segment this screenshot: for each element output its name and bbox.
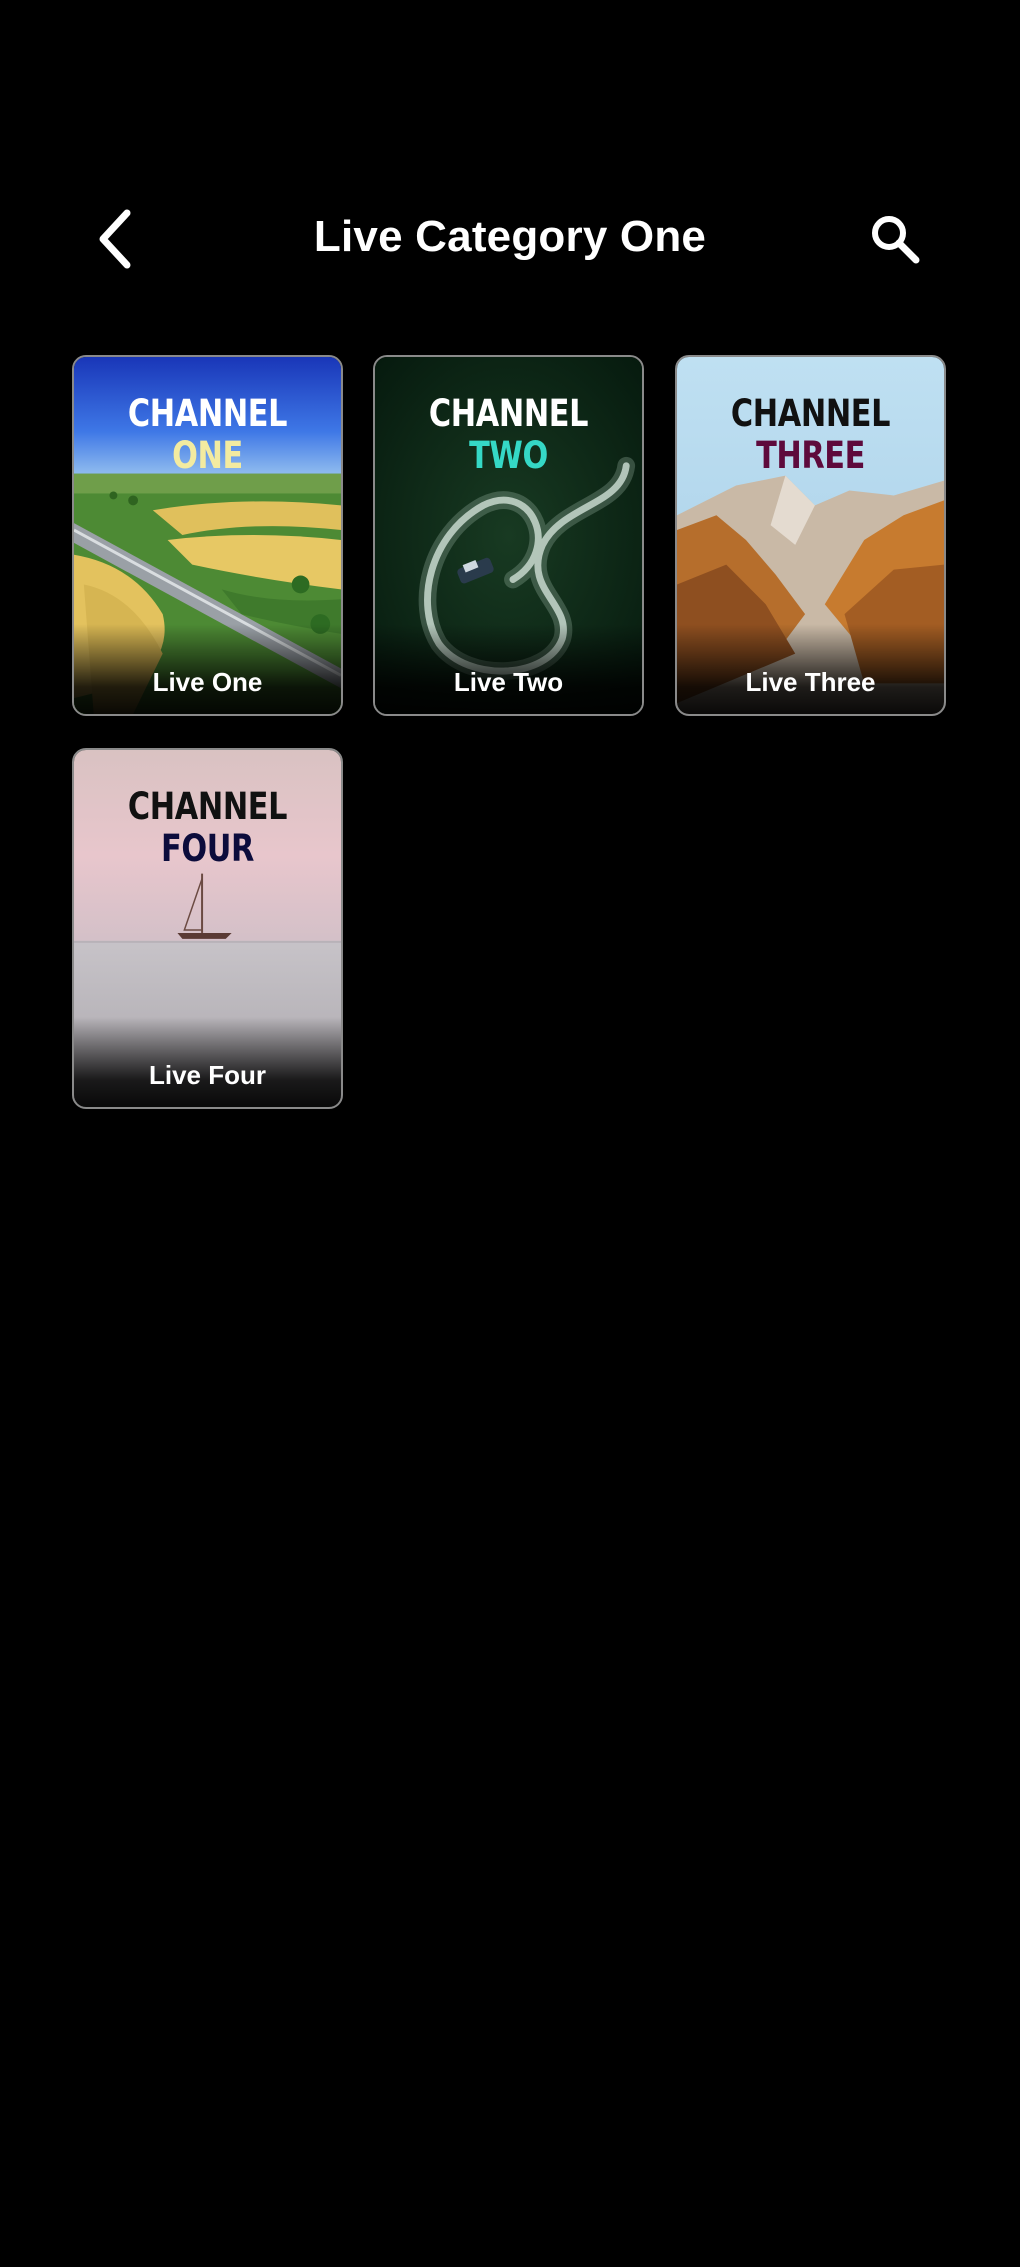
app-screen: Live Category One CHANNEL ONE Live One C… (0, 0, 1020, 2267)
channel-card-live-two[interactable]: CHANNEL TWO Live Two (373, 355, 644, 716)
channel-card-live-three[interactable]: CHANNEL THREE Live Three (675, 355, 946, 716)
channel-label: Live Three (745, 667, 876, 697)
brand-line1: CHANNEL (127, 785, 288, 828)
channel-card-live-one[interactable]: CHANNEL ONE Live One (72, 355, 343, 716)
channel-label: Live Two (453, 667, 564, 697)
search-icon (872, 216, 920, 264)
channel-brand: CHANNEL TWO (399, 393, 618, 477)
brand-line2: ONE (172, 434, 243, 477)
channel-label: Live One (152, 667, 263, 697)
channel-brand: CHANNEL ONE (98, 393, 317, 477)
top-bar: Live Category One (0, 190, 1020, 290)
brand-line1: CHANNEL (730, 392, 891, 435)
channel-card-live-four[interactable]: CHANNEL FOUR Live Four (72, 748, 343, 1109)
channel-brand: CHANNEL FOUR (98, 786, 317, 870)
search-button[interactable] (855, 204, 935, 274)
brand-line1: CHANNEL (127, 392, 288, 435)
brand-line2: FOUR (161, 827, 254, 870)
channel-brand: CHANNEL THREE (701, 393, 920, 477)
brand-line2: TWO (469, 434, 548, 477)
brand-line1: CHANNEL (428, 392, 589, 435)
channel-label: Live Four (148, 1060, 266, 1090)
brand-line2: THREE (756, 434, 865, 477)
